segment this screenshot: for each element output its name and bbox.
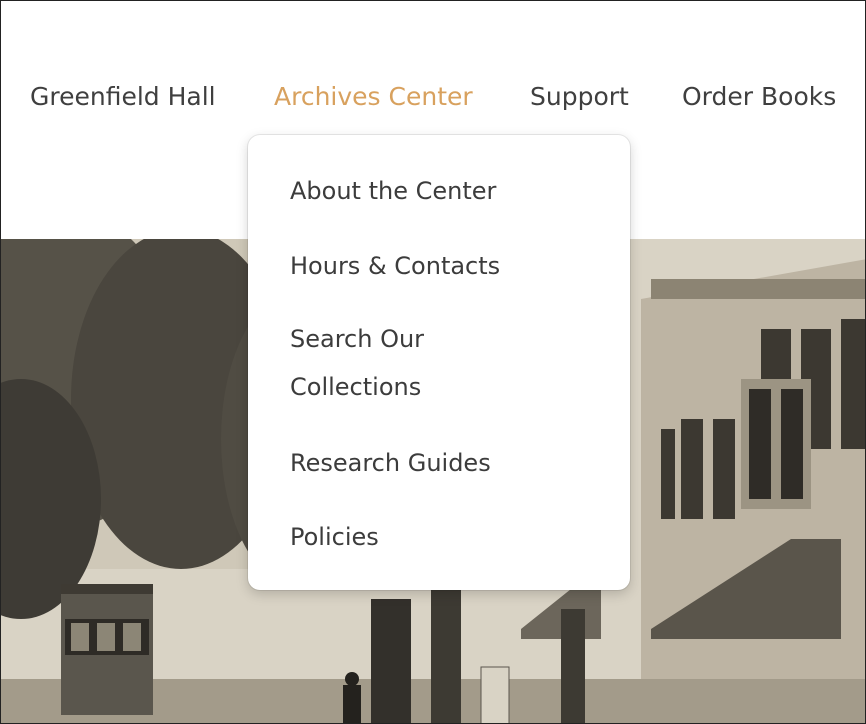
- archives-center-dropdown: About the Center Hours & Contacts Search…: [248, 135, 630, 590]
- nav-item-archives-center[interactable]: Archives Center: [274, 77, 473, 117]
- dropdown-item-hours-contacts[interactable]: Hours & Contacts: [290, 242, 610, 290]
- nav-item-greenfield-hall[interactable]: Greenfield Hall: [30, 77, 216, 117]
- nav-item-order-books[interactable]: Order Books: [682, 77, 836, 117]
- main-nav: Greenfield Hall Archives Center Support …: [1, 77, 865, 117]
- dropdown-item-about-the-center[interactable]: About the Center: [290, 167, 610, 215]
- dropdown-item-research-guides[interactable]: Research Guides: [290, 439, 610, 487]
- top-text-fragment: [471, 1, 531, 7]
- dropdown-item-search-our-collections[interactable]: Search Our Collections: [290, 315, 490, 411]
- page-frame: Greenfield Hall Archives Center Support …: [0, 0, 866, 724]
- dropdown-item-policies[interactable]: Policies: [290, 513, 610, 561]
- nav-item-support[interactable]: Support: [530, 77, 629, 117]
